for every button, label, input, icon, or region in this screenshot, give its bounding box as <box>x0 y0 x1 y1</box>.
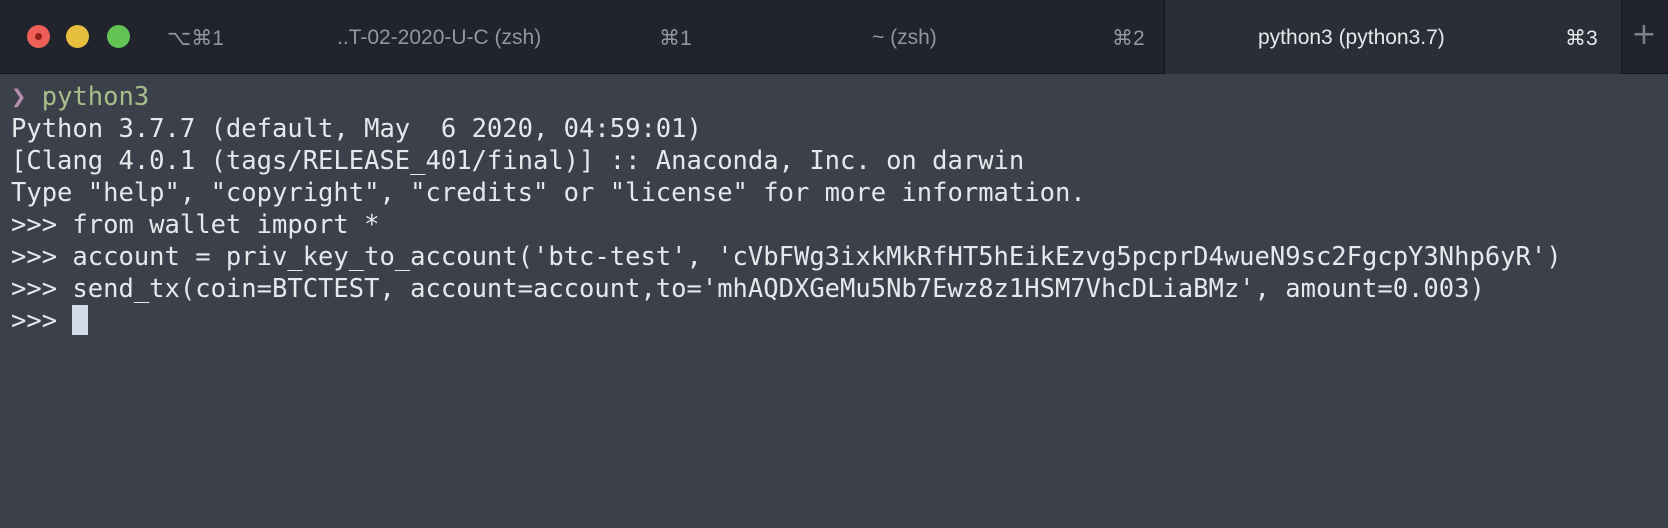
terminal-output[interactable]: ❯ python3 Python 3.7.7 (default, May 6 2… <box>0 80 1668 528</box>
tab-shortcut: ⌘2 <box>1112 27 1145 50</box>
python-prompt: >>> <box>11 306 73 336</box>
tab-shortcut: ⌘3 <box>1565 27 1598 50</box>
tab-3[interactable]: ~ (zsh) ⌘2 <box>0 0 1160 74</box>
output-line: >>> send_tx(coin=BTCTEST, account=accoun… <box>11 274 1485 304</box>
new-tab-button[interactable]: + <box>1629 20 1659 50</box>
output-line: Python 3.7.7 (default, May 6 2020, 04:59… <box>11 114 702 144</box>
text-cursor <box>72 305 89 335</box>
output-line: Type "help", "copyright", "credits" or "… <box>11 178 1086 208</box>
tab-label: python3 (python3.7) <box>1258 26 1445 49</box>
output-line: [Clang 4.0.1 (tags/RELEASE_401/final)] :… <box>11 146 1025 176</box>
output-line: >>> account = priv_key_to_account('btc-t… <box>11 242 1562 272</box>
terminal-window: ⌥⌘1 ..T-02-2020-U-C (zsh) ⌘1 ~ (zsh) ⌘2 … <box>0 0 1668 528</box>
tab-label: ~ (zsh) <box>872 26 937 49</box>
prompt-arrow-icon: ❯ <box>11 82 27 112</box>
shell-prompt-line: ❯ python3 <box>11 80 149 114</box>
plus-icon: + <box>1631 17 1657 52</box>
title-bar: ⌥⌘1 ..T-02-2020-U-C (zsh) ⌘1 ~ (zsh) ⌘2 … <box>0 0 1668 74</box>
output-line: >>> from wallet import * <box>11 210 380 240</box>
tab-4-active[interactable]: python3 (python3.7) ⌘3 <box>1164 0 1622 74</box>
current-prompt-line[interactable]: >>> <box>11 304 89 338</box>
shell-command: python3 <box>41 82 150 112</box>
